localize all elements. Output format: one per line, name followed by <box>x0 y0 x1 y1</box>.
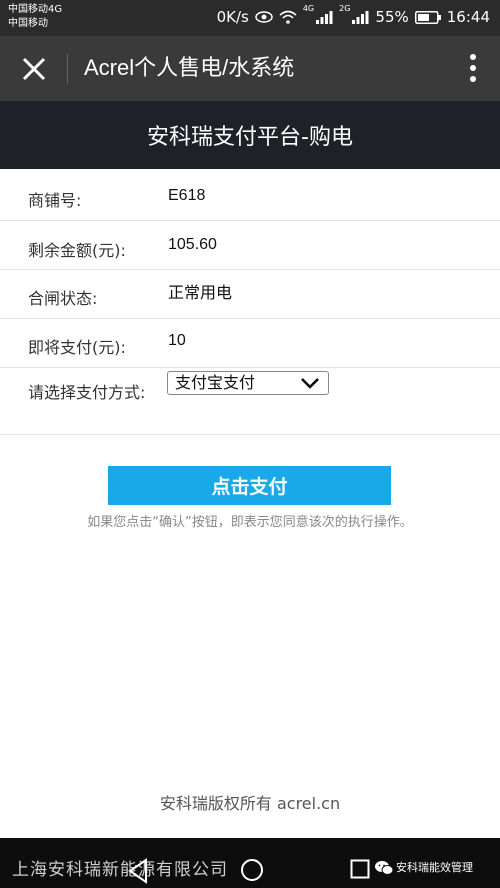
status-indicators: 0K/s 4G 2G 55% 16:44 <box>216 4 490 28</box>
battery-percent: 55% <box>375 8 409 26</box>
home-icon[interactable] <box>240 858 264 882</box>
back-icon[interactable] <box>126 858 150 884</box>
eye-icon <box>255 11 273 23</box>
close-icon[interactable] <box>20 55 48 83</box>
more-icon[interactable] <box>468 52 478 84</box>
account-watermark: 安科瑞能效管理 <box>396 861 473 874</box>
form-row-shop-number: 商铺号: E618 <box>0 169 500 221</box>
app-title: Acrel个人售电/水系统 <box>84 55 295 80</box>
app-bar-divider <box>67 54 68 84</box>
balance-label: 剩余金额(元): <box>28 241 126 260</box>
status-bar: 中国移动4G 中国移动 0K/s 4G 2G 55% 16:44 <box>0 0 500 36</box>
shop-number-label: 商铺号: <box>28 191 82 210</box>
carrier-line-2: 中国移动 <box>8 18 48 29</box>
form-row-payment-method: 请选择支付方式: 支付宝支付 <box>0 368 500 435</box>
purchase-form: 商铺号: E618 剩余金额(元): 105.60 合闸状态: 正常用电 即将支… <box>0 169 500 435</box>
pay-amount-label: 即将支付(元): <box>28 338 126 357</box>
wifi-icon <box>279 10 297 24</box>
payment-method-select[interactable]: 支付宝支付 <box>167 371 329 395</box>
form-row-switch-status: 合闸状态: 正常用电 <box>0 270 500 319</box>
clock: 16:44 <box>446 8 490 26</box>
copyright: 安科瑞版权所有 acrel.cn <box>159 794 341 813</box>
recent-apps-icon[interactable] <box>350 859 370 879</box>
page-header: 安科瑞支付平台-购电 <box>0 101 500 169</box>
confirm-notice: 如果您点击“确认”按钮，即表示您同意该次的执行操作。 <box>87 515 413 530</box>
system-nav-bar: 上海安科瑞新能源有限公司 安科瑞能效管理 <box>0 838 500 888</box>
form-row-balance: 剩余金额(元): 105.60 <box>0 221 500 270</box>
balance-value: 105.60 <box>168 236 217 253</box>
net-speed: 0K/s <box>216 8 249 26</box>
shop-number-value: E618 <box>168 187 206 204</box>
battery-icon <box>414 10 441 24</box>
payment-method-label: 请选择支付方式: <box>28 383 146 402</box>
chevron-down-icon <box>301 378 319 389</box>
switch-status-label: 合闸状态: <box>28 289 98 308</box>
pay-amount-value: 10 <box>168 332 186 349</box>
signal-label-2: 2G <box>339 4 351 13</box>
carrier-info: 中国移动4G 中国移动 <box>8 3 62 31</box>
signal-icon <box>316 11 333 24</box>
payment-method-selected: 支付宝支付 <box>175 373 256 392</box>
company-watermark: 上海安科瑞新能源有限公司 <box>12 860 228 880</box>
wechat-icon <box>375 861 394 875</box>
app-bar: Acrel个人售电/水系统 <box>0 36 500 101</box>
page-title: 安科瑞支付平台-购电 <box>147 125 353 150</box>
signal-label-1: 4G <box>302 4 315 13</box>
signal-icon <box>352 11 369 24</box>
pay-button[interactable]: 点击支付 <box>108 466 391 505</box>
form-row-pay-amount: 即将支付(元): 10 <box>0 319 500 368</box>
switch-status-value: 正常用电 <box>168 285 233 302</box>
carrier-line-1: 中国移动4G <box>8 4 63 15</box>
